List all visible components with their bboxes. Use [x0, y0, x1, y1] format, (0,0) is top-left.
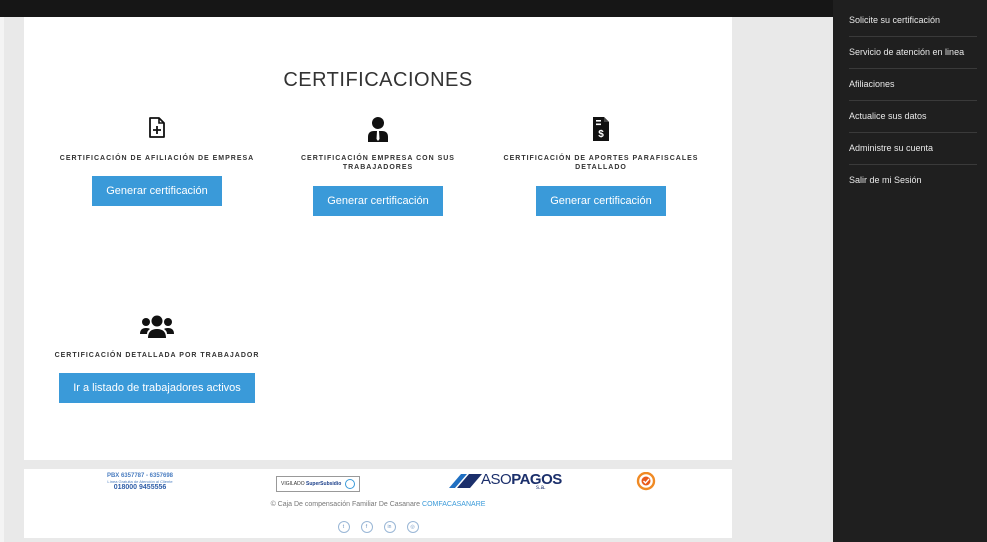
- sidebar: Solicite su certificación Servicio de at…: [833, 0, 987, 542]
- generate-certification-button[interactable]: Generar certificación: [536, 186, 666, 216]
- sidebar-item-solicite-certificacion[interactable]: Solicite su certificación: [849, 5, 977, 37]
- sidebar-item-salir-sesion[interactable]: Salir de mi Sesión: [849, 165, 977, 196]
- comfacasanare-link[interactable]: COMFACASANARE: [422, 501, 485, 508]
- users-icon: [46, 313, 268, 341]
- card-afiliacion-empresa: CERTIFICACIÓN DE AFILIACIÓN DE EMPRESA G…: [46, 116, 268, 206]
- svg-text:$: $: [598, 129, 604, 140]
- pbx-contact: PBX 6357787 - 6357698 Línea Gratuita de …: [92, 473, 188, 491]
- copyright: © Caja De compensación Familiar De Casan…: [270, 501, 486, 508]
- seal-icon: [636, 471, 656, 492]
- facebook-icon[interactable]: f: [360, 521, 373, 533]
- sidebar-item-administre-cuenta[interactable]: Administre su cuenta: [849, 133, 977, 165]
- document-plus-icon: [46, 116, 268, 144]
- generate-certification-button[interactable]: Generar certificación: [313, 186, 443, 216]
- sidebar-item-actualice-datos[interactable]: Actualice sus datos: [849, 101, 977, 133]
- twitter-icon[interactable]: t: [337, 521, 350, 533]
- user-tie-icon: [292, 116, 464, 144]
- asopagos-logo[interactable]: ASOPAGOS s.a.: [449, 471, 562, 495]
- sidebar-item-afiliaciones[interactable]: Afiliaciones: [849, 69, 977, 101]
- card-title: CERTIFICACIÓN DETALLADA POR TRABAJADOR: [54, 352, 260, 359]
- footer: PBX 6357787 - 6357698 Línea Gratuita de …: [24, 469, 732, 538]
- house-icon: [344, 478, 355, 489]
- card-empresa-trabajadores: CERTIFICACIÓN EMPRESA CON SUS TRABAJADOR…: [292, 116, 464, 216]
- asopagos-sa: s.a.: [536, 485, 546, 491]
- vigilado-prefix: VIGILADO: [281, 481, 305, 487]
- vigilado-brand: SuperSubsidio: [306, 481, 342, 487]
- left-strip: [0, 17, 4, 542]
- card-detallada-trabajador: CERTIFICACIÓN DETALLADA POR TRABAJADOR I…: [46, 313, 268, 403]
- card-aportes-parafiscales: $ CERTIFICACIÓN DE APORTES PARAFISCALES …: [501, 116, 701, 216]
- instagram-icon[interactable]: ◎: [406, 521, 419, 533]
- card-title: CERTIFICACIÓN DE APORTES PARAFISCALES DE…: [503, 155, 699, 171]
- asopagos-mark-icon: [449, 474, 482, 488]
- invoice-dollar-icon: $: [501, 116, 701, 144]
- vigilado-supersubsidio-logo[interactable]: VIGILADO SuperSubsidio: [276, 476, 360, 492]
- page-title: CERTIFICACIONES: [283, 69, 473, 91]
- asopagos-wordmark: ASOPAGOS: [481, 471, 562, 488]
- active-workers-list-button[interactable]: Ir a listado de trabajadores activos: [59, 373, 255, 403]
- card-title: CERTIFICACIÓN EMPRESA CON SUS TRABAJADOR…: [301, 155, 455, 171]
- card-title: CERTIFICACIÓN DE AFILIACIÓN DE EMPRESA: [59, 155, 255, 162]
- main-content: CERTIFICACIONES CERTIFICACIÓN DE AFILIAC…: [24, 17, 732, 460]
- social-links: t f in ◎: [24, 521, 732, 533]
- linkedin-icon[interactable]: in: [383, 521, 396, 533]
- sidebar-item-servicio-atencion[interactable]: Servicio de atención en linea: [849, 37, 977, 69]
- pbx-free-line: 018000 9455556: [113, 484, 167, 491]
- generate-certification-button[interactable]: Generar certificación: [92, 176, 222, 206]
